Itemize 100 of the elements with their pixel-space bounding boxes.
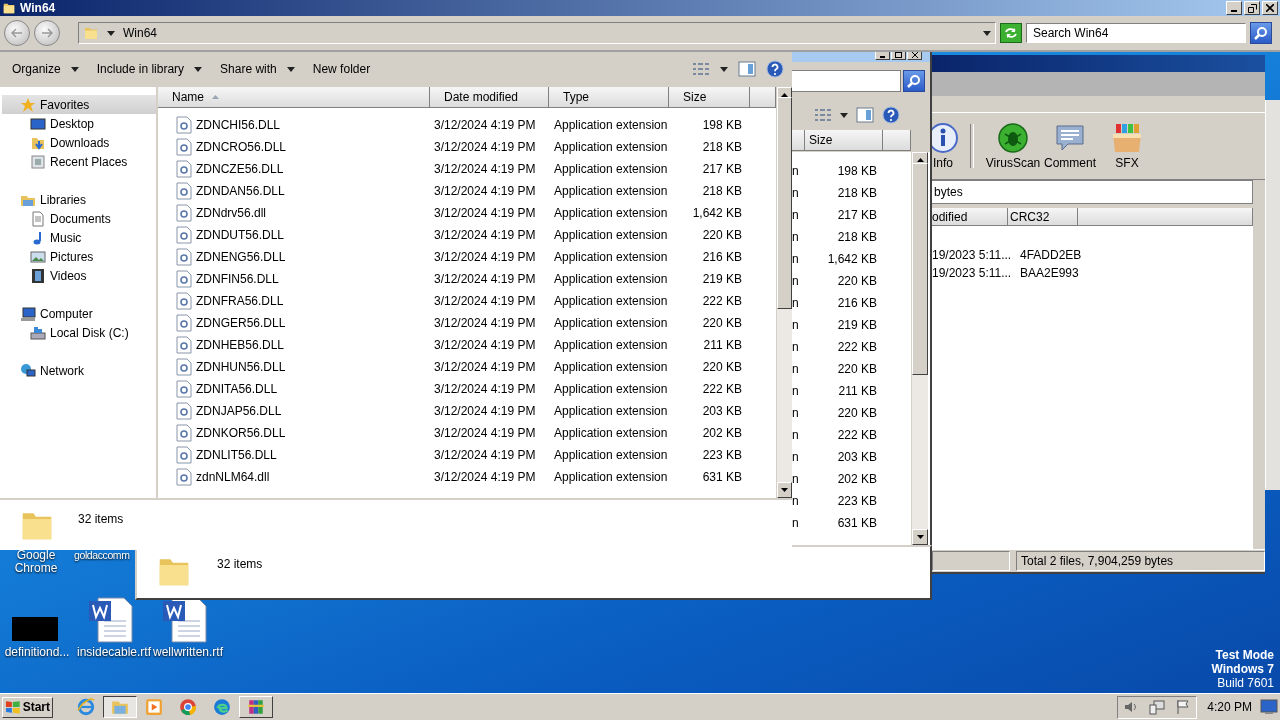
close-button[interactable] — [907, 50, 922, 60]
file-icon — [176, 182, 192, 200]
file-name[interactable]: ZDNDAN56.DLL — [196, 184, 285, 198]
file-name[interactable]: ZDNHUN56.DLL — [196, 360, 286, 374]
clock[interactable]: 4:20 PM — [1207, 700, 1252, 714]
sidebar-item[interactable]: Pictures — [0, 247, 156, 266]
sidebar-item[interactable]: Favorites — [2, 95, 156, 114]
sidebar-item[interactable]: Documents — [0, 209, 156, 228]
show-desktop-icon[interactable] — [1260, 699, 1278, 715]
toolbar-button[interactable]: Comment — [1043, 115, 1097, 177]
column-header[interactable]: odified — [932, 208, 1008, 226]
flag-icon[interactable] — [1175, 699, 1192, 715]
column-header[interactable]: Type — [549, 87, 669, 108]
toolbar-menu-button[interactable]: Include in library — [88, 57, 211, 81]
type-cell-text: Application extension — [553, 294, 669, 308]
column-header[interactable]: Size — [669, 87, 750, 108]
toolbar-button[interactable]: Info — [932, 115, 965, 177]
file-name[interactable]: ZDNDUT56.DLL — [196, 228, 285, 242]
search-field[interactable]: Search Win64 — [1026, 23, 1246, 44]
column-header[interactable] — [750, 87, 776, 108]
type-cell-text: n — [792, 494, 800, 508]
toolbar-button[interactable]: New folder — [304, 57, 379, 81]
size-cell-text: 220 KB — [836, 406, 878, 420]
minimize-button[interactable] — [875, 50, 890, 60]
file-name[interactable]: ZDNGER56.DLL — [196, 316, 286, 330]
type-cell-text: Application extension — [553, 118, 669, 132]
file-icon — [176, 160, 192, 178]
desktop-icon-label[interactable]: Google Chrome — [6, 549, 66, 575]
desktop-icon-label[interactable]: wellwritten.rtf — [150, 646, 226, 659]
column-header[interactable] — [792, 130, 805, 151]
sidebar-item[interactable]: Network — [0, 361, 156, 380]
desktop-icon-label[interactable]: definitiond... — [2, 646, 72, 659]
file-name[interactable]: ZDNITA56.DLL — [196, 382, 278, 396]
column-header[interactable] — [883, 130, 911, 151]
forward-button[interactable] — [34, 20, 60, 47]
refresh-button[interactable] — [1000, 23, 1022, 44]
toolbar-button[interactable]: VirusScan — [986, 115, 1040, 177]
size-cell-text: 198 KB — [836, 164, 878, 178]
file-name[interactable]: ZDNLIT56.DLL — [196, 448, 277, 462]
file-icon — [176, 468, 192, 486]
column-header[interactable]: Size — [805, 130, 883, 151]
start-button[interactable]: Start — [2, 696, 53, 718]
minimize-button[interactable] — [1226, 1, 1242, 16]
file-name[interactable]: ZDNJAP56.DLL — [196, 404, 282, 418]
close-button[interactable] — [1262, 1, 1278, 16]
column-header[interactable] — [1078, 208, 1253, 226]
file-name[interactable]: ZDNCRO56.DLL — [196, 140, 287, 154]
network-icon — [20, 362, 36, 379]
help-icon[interactable] — [766, 60, 784, 78]
word-document-icon[interactable] — [88, 597, 136, 643]
file-name[interactable]: ZDNHEB56.DLL — [196, 338, 285, 352]
size-cell-text: 219 KB — [836, 318, 878, 332]
preview-pane-icon[interactable] — [856, 107, 874, 123]
sidebar-item[interactable]: Local Disk (C:) — [0, 323, 156, 342]
file-name[interactable]: ZDNFIN56.DLL — [196, 272, 279, 286]
sidebar-item[interactable]: Computer — [0, 304, 156, 323]
search-button[interactable] — [903, 70, 925, 92]
scroll-down-icon[interactable] — [781, 488, 788, 492]
sidebar-item[interactable]: Downloads — [0, 133, 156, 152]
file-name[interactable]: ZDNENG56.DLL — [196, 250, 286, 264]
toolbar-menu-button[interactable]: Organize — [4, 57, 87, 81]
address-field[interactable]: bytes — [932, 180, 1253, 204]
file-name[interactable]: ZDNCHI56.DLL — [196, 118, 281, 132]
date-cell-text: 3/12/2024 4:19 PM — [433, 338, 537, 352]
scroll-down-icon[interactable] — [916, 535, 924, 539]
sidebar-item[interactable]: Recent Places — [0, 152, 156, 171]
file-name[interactable]: ZDNKOR56.DLL — [196, 426, 286, 440]
desktop-icon-label[interactable]: insidecable.rtf — [76, 646, 152, 659]
restore-button[interactable] — [1244, 1, 1260, 16]
scrollbar[interactable] — [911, 152, 928, 545]
type-cell-text: n — [792, 230, 800, 244]
taskbar-button[interactable] — [103, 696, 137, 718]
file-name[interactable]: ZDNFRA56.DLL — [196, 294, 284, 308]
file-name[interactable]: ZDNCZE56.DLL — [196, 162, 284, 176]
type-cell-text: n — [792, 274, 800, 288]
column-header[interactable]: CRC32 — [1008, 208, 1078, 226]
toolbar-menu-button[interactable]: Share with — [212, 57, 303, 81]
sidebar-item[interactable]: Music — [0, 228, 156, 247]
help-icon[interactable] — [882, 106, 900, 124]
toolbar-button[interactable]: SFX — [1100, 115, 1154, 177]
search-button[interactable] — [1250, 22, 1272, 45]
sidebar-item[interactable]: Desktop — [0, 114, 156, 133]
column-header[interactable]: Name — [158, 87, 430, 108]
word-document-icon[interactable] — [162, 597, 210, 643]
sidebar-item[interactable]: Libraries — [0, 190, 156, 209]
back-button[interactable] — [4, 20, 30, 47]
preview-pane-icon[interactable] — [738, 61, 756, 77]
column-header[interactable]: Date modified — [430, 87, 549, 108]
file-thumbnail[interactable] — [12, 617, 58, 641]
search-field[interactable] — [792, 70, 901, 92]
sidebar-item[interactable]: Videos — [0, 266, 156, 285]
network-icon[interactable] — [1149, 699, 1166, 715]
address-bar[interactable]: Win64 — [78, 22, 996, 45]
file-name[interactable]: ZDNdrv56.dll — [196, 206, 267, 220]
maximize-button[interactable] — [891, 50, 906, 60]
chrome-icon — [179, 698, 197, 716]
file-name[interactable]: zdnNLM64.dll — [196, 470, 270, 484]
search-icon — [1254, 26, 1268, 41]
desktop-icon-label[interactable]: goldaccomm — [74, 549, 134, 562]
scrollbar[interactable] — [776, 87, 792, 498]
